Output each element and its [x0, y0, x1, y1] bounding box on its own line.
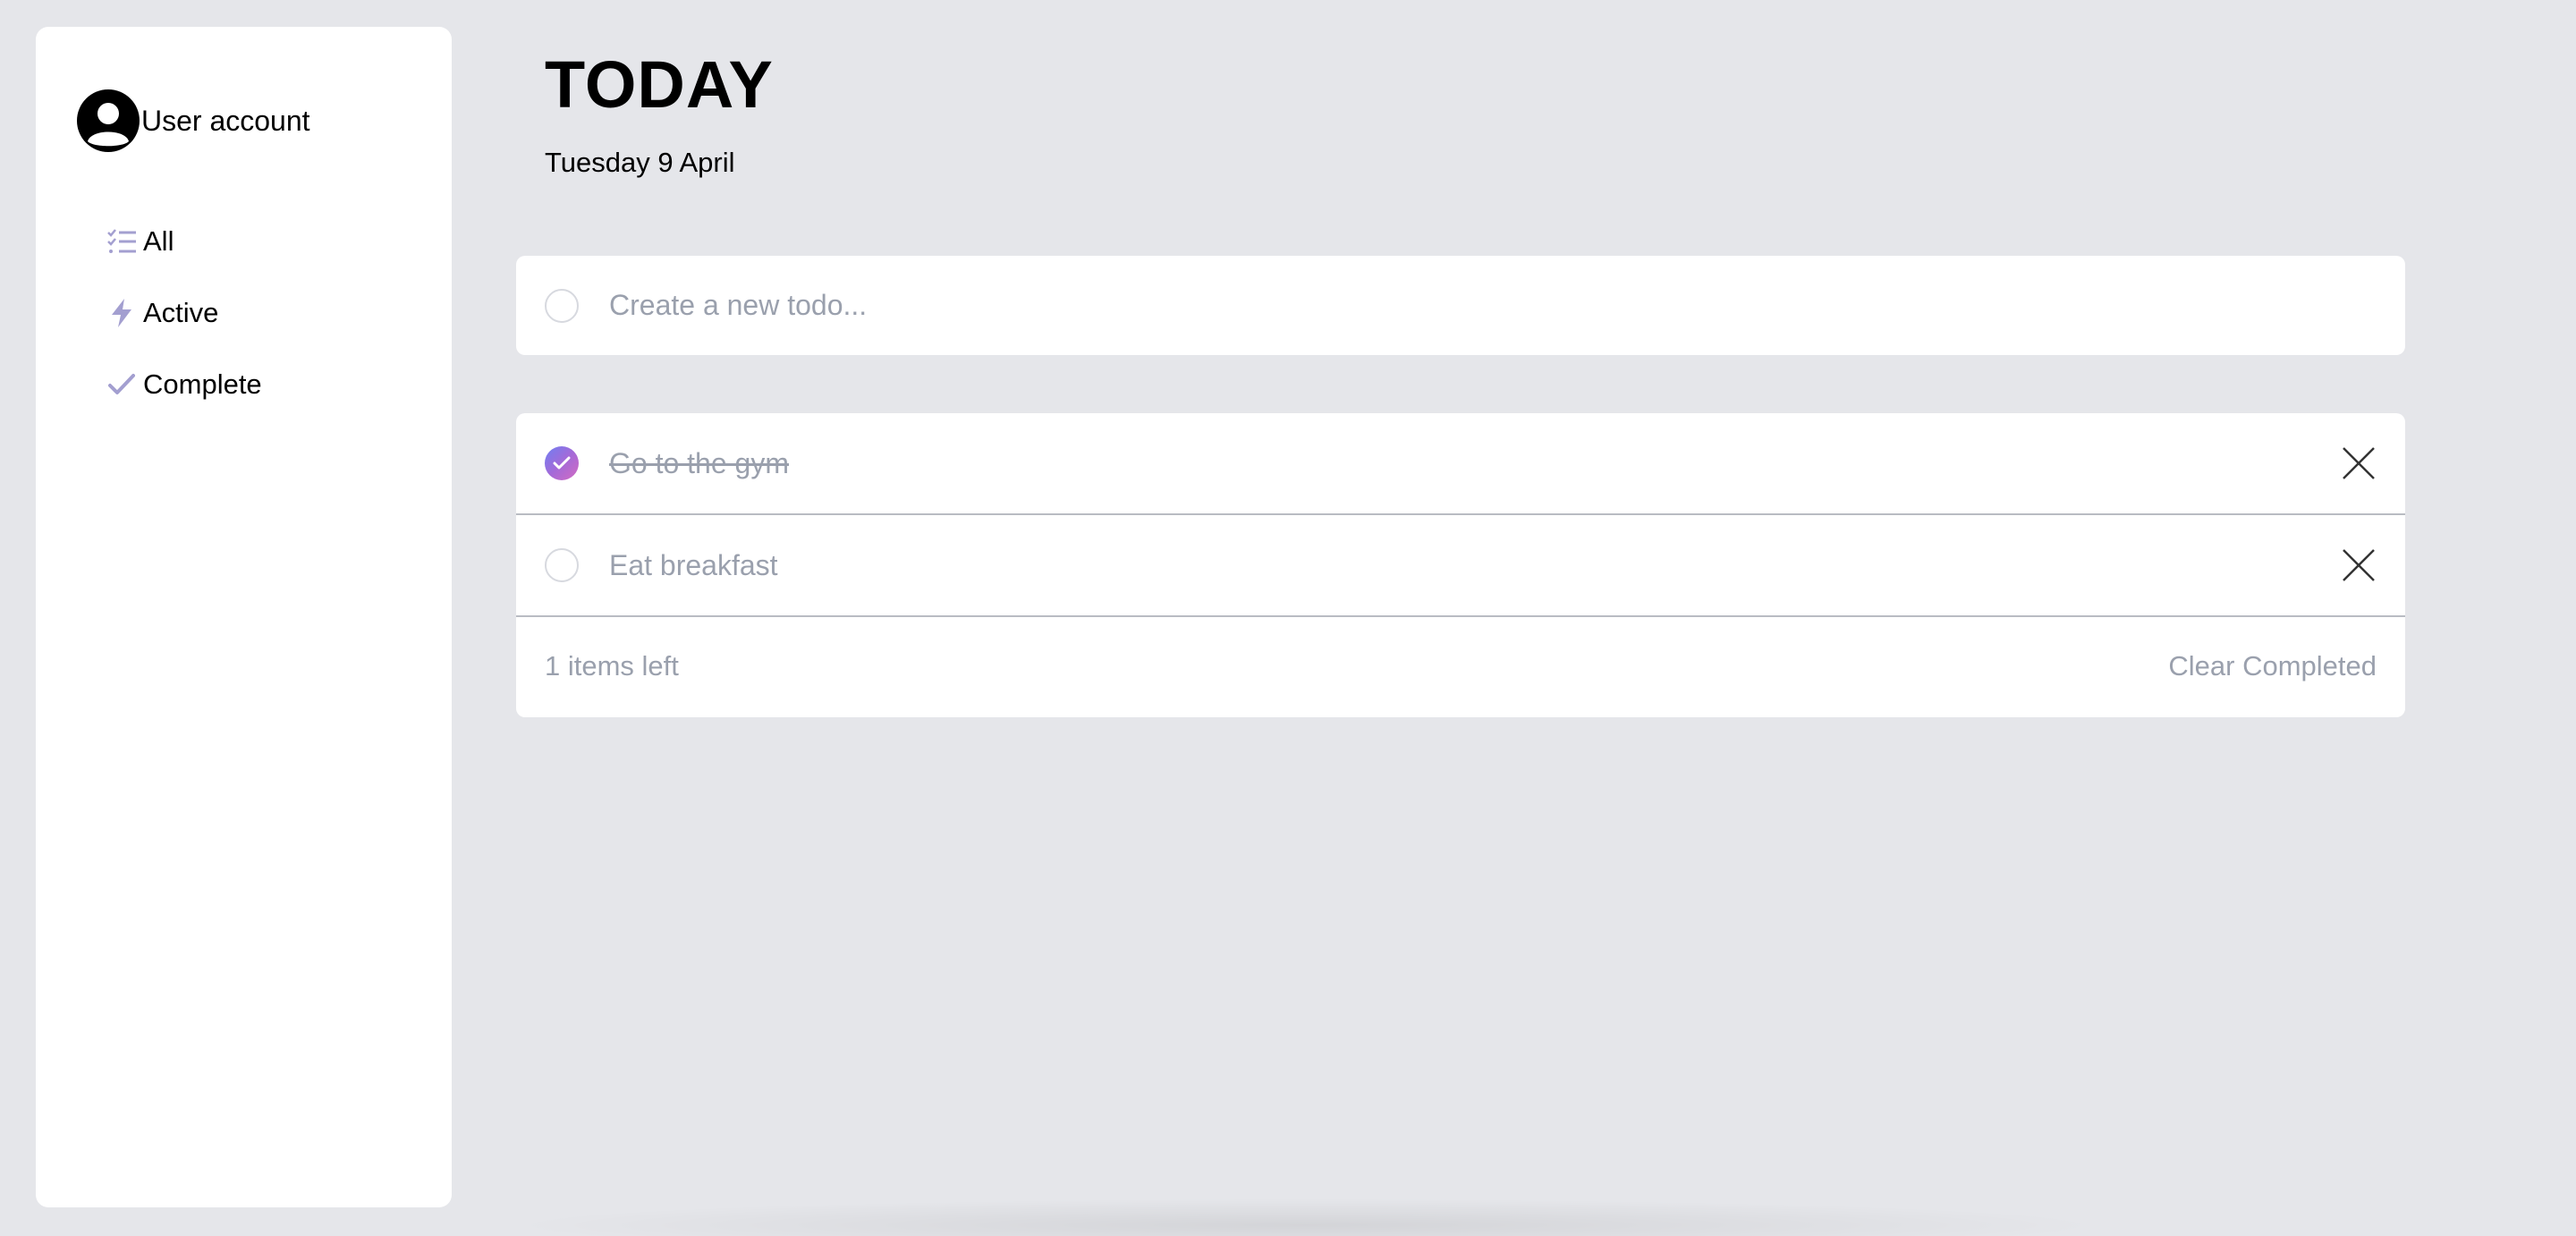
- checkmark-icon: [553, 456, 571, 470]
- todo-app: User account All Active Complete TODAY T…: [0, 0, 2576, 1236]
- todo-item: Go to the gym: [516, 413, 2405, 515]
- bottom-shadow: [501, 1198, 2111, 1236]
- user-account[interactable]: User account: [75, 88, 310, 154]
- check-icon: [106, 368, 138, 401]
- close-icon[interactable]: [2341, 445, 2377, 481]
- sidebar-item-all[interactable]: All: [106, 220, 262, 263]
- sidebar-item-all-label: All: [143, 225, 174, 257]
- sidebar-item-active-label: Active: [143, 297, 219, 328]
- sidebar-item-active[interactable]: Active: [106, 292, 262, 334]
- sidebar: User account All Active Complete: [36, 27, 452, 1207]
- new-todo-card: [516, 256, 2405, 355]
- page-title: TODAY: [545, 47, 774, 122]
- user-avatar-icon: [77, 89, 140, 152]
- sidebar-item-complete[interactable]: Complete: [106, 363, 262, 406]
- clear-completed-button[interactable]: Clear Completed: [2168, 650, 2377, 682]
- todo-checkbox[interactable]: [545, 548, 579, 582]
- list-check-icon: [106, 225, 138, 258]
- todo-item: Eat breakfast: [516, 515, 2405, 617]
- new-todo-circle-icon: [545, 288, 579, 323]
- sidebar-item-complete-label: Complete: [143, 368, 262, 400]
- user-account-label: User account: [141, 104, 310, 137]
- sidebar-nav: All Active Complete: [106, 220, 262, 435]
- todo-text: Go to the gym: [609, 446, 789, 479]
- current-date: Tuesday 9 April: [545, 147, 735, 178]
- new-todo-input[interactable]: [609, 289, 2309, 322]
- todo-text: Eat breakfast: [609, 548, 778, 581]
- todo-list: Go to the gym Eat breakfast 1 items left…: [516, 413, 2405, 717]
- todo-footer: 1 items left Clear Completed: [516, 617, 2405, 715]
- items-left-count: 1 items left: [545, 650, 679, 681]
- todo-checkbox-checked[interactable]: [545, 446, 579, 480]
- bolt-icon: [106, 297, 138, 329]
- close-icon[interactable]: [2341, 547, 2377, 583]
